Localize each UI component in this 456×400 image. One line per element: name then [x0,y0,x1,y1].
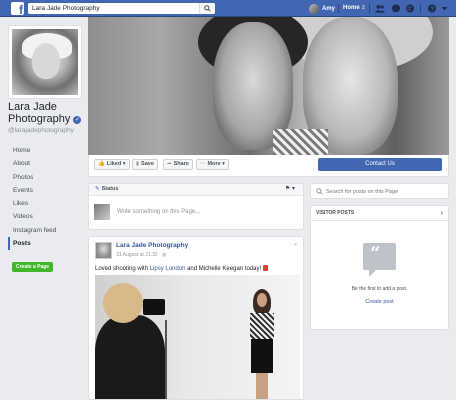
post-timestamp-text: 31 August at 21:32 · [116,252,163,258]
speech-bubble-icon: “ [363,243,396,277]
post-author-avatar[interactable] [95,242,112,259]
post-text-middle: and Michelle Keegan today! [185,266,262,272]
create-post-link[interactable]: Create post [311,299,448,305]
nav-home-count: 2 [362,5,365,11]
chevron-down-icon: ▾ [222,161,225,167]
composer-avatar [94,204,110,220]
post-photo[interactable] [95,275,300,399]
messenger-icon[interactable] [391,4,401,13]
help-icon[interactable]: ? [427,4,437,13]
page-icon: ⚑ [284,186,291,192]
nav-home-link[interactable]: Home [343,5,360,11]
more-button[interactable]: ··· More ▾ [196,159,229,170]
search-icon [204,5,211,12]
page-profile-picture[interactable] [8,25,82,99]
more-icon: ··· [200,161,206,167]
post-text-start: Loved shooting with [95,266,150,272]
bookmark-icon: ▮ [136,161,140,167]
page-posts-search [310,183,449,199]
more-label: More [207,161,221,167]
verified-badge-icon: ✓ [73,116,82,124]
page-action-bar: 👍 Liked ▾ ▮ Save ➦ Share ··· More ▾ Contact … [88,155,449,177]
liked-button[interactable]: 👍 Liked ▾ [94,159,130,170]
status-tab[interactable]: ✎ Status [95,186,118,192]
left-nav-about[interactable]: About [8,157,86,170]
facebook-logo-icon[interactable]: f [11,2,24,16]
nav-profile-link[interactable]: Amy [309,3,335,14]
dropdown-icon[interactable] [441,4,448,13]
globe-icon: ◍ [162,252,167,258]
globe-icon[interactable] [405,4,415,13]
search-button[interactable] [199,3,215,14]
page-posts-search-input[interactable] [326,186,444,197]
thumbs-up-icon: 👍 [98,161,105,167]
status-tab-label: Status [101,186,119,192]
status-composer: ✎ Status ⚑ ▾ Write something on this Page… [88,183,304,230]
nav-divider [338,4,339,13]
left-nav-likes[interactable]: Likes [8,197,86,210]
cover-photo[interactable] [88,17,449,155]
contact-us-button[interactable]: Contact Us [318,158,442,171]
share-button[interactable]: ➦ Share [163,159,193,170]
composer-header: ✎ Status ⚑ ▾ [89,184,303,196]
visitor-posts-empty-text: Be the first to add a post. [351,286,408,292]
page-title[interactable]: Lara Jade Photography ✓ [8,101,90,125]
svg-text:?: ? [430,6,434,13]
chevron-down-icon: ▾ [122,161,126,167]
share-label: Share [173,161,189,167]
page-title-line1: Lara Jade [8,101,57,113]
create-page-button[interactable]: Create a Page [12,262,54,272]
page-username[interactable]: @larajadephotography [8,127,74,134]
visitor-posts-box: VISITOR POSTS › “ Be the first to add a … [310,205,449,330]
search-icon [316,188,323,195]
left-nav-home[interactable]: Home [8,144,86,157]
global-search-input[interactable] [28,3,198,14]
page-title-line2: Photography [8,113,71,125]
visitor-posts-header[interactable]: VISITOR POSTS › [311,206,448,221]
top-nav-bar: f Amy Home 2 ? [0,0,456,17]
nav-user-name: Amy [322,5,336,12]
post-text: Loved shooting with Lipsy London and Mic… [95,265,269,272]
left-nav-posts[interactable]: Posts [8,237,86,251]
user-avatar [309,3,319,14]
lipstick-emoji-icon [263,265,269,271]
post-author-name[interactable]: Lara Jade Photography [116,242,188,249]
pencil-icon: ✎ [95,186,100,192]
visitor-posts-title: VISITOR POSTS [316,210,355,216]
left-nav-events[interactable]: Events [8,184,86,197]
save-button[interactable]: ▮ Save [132,159,158,170]
global-search-box [28,3,215,14]
left-nav-photos[interactable]: Photos [8,171,86,184]
save-label: Save [141,161,154,167]
feed-post: Lara Jade Photography 31 August at 21:32… [88,236,304,400]
nav-divider [420,4,421,13]
audience-selector[interactable]: ⚑ ▾ [285,185,295,192]
share-icon: ➦ [167,161,172,167]
liked-label: Liked [106,161,122,167]
friends-icon[interactable] [375,4,385,13]
profile-photo [12,29,78,95]
nav-divider [369,4,370,13]
left-nav-videos[interactable]: Videos [8,210,86,223]
post-tag-lipsy-london[interactable]: Lipsy London [150,266,186,272]
chevron-right-icon: › [440,208,443,217]
page-left-nav: Home About Photos Events Likes Videos In… [8,144,86,251]
left-nav-instagram-feed[interactable]: Instagram feed [8,224,86,237]
composer-input[interactable]: Write something on this Page... [117,209,200,215]
post-options-chevron-icon[interactable]: ⌄ [293,240,298,247]
post-timestamp[interactable]: 31 August at 21:32 · ◍ [116,252,167,258]
chevron-down-icon: ▾ [291,186,295,192]
